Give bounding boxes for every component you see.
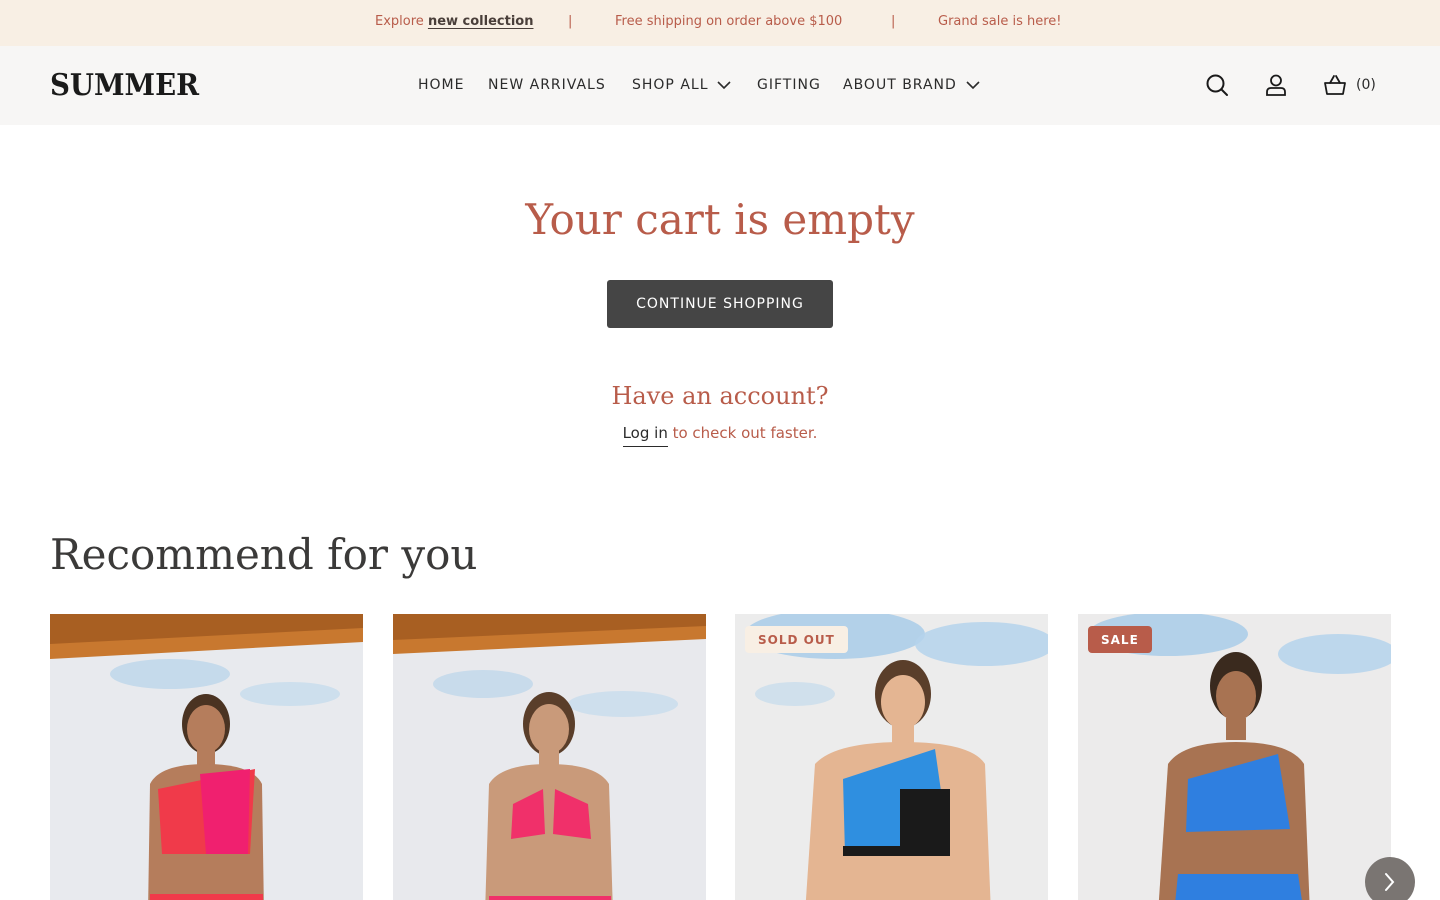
chevron-down-icon[interactable] [716, 80, 732, 90]
announcement-sale: Grand sale is here! [938, 14, 1062, 29]
nav-home[interactable]: HOME [418, 77, 464, 93]
product-image [393, 614, 706, 900]
announcement-separator: | [891, 14, 896, 29]
product-card[interactable] [50, 614, 363, 900]
continue-shopping-button[interactable]: CONTINUE SHOPPING [607, 280, 833, 328]
nav-gifting[interactable]: GIFTING [757, 77, 821, 93]
nav-new-arrivals[interactable]: NEW ARRIVALS [488, 77, 606, 93]
announcement-explore-prefix: Explore [375, 14, 424, 29]
product-image [50, 614, 363, 900]
chevron-down-icon[interactable] [965, 80, 981, 90]
announcement-separator: | [568, 14, 573, 29]
announcement-bar: Explore new collection | Free shipping o… [0, 0, 1440, 46]
cart-count[interactable]: (0) [1356, 77, 1376, 93]
product-card[interactable]: SOLD OUT [735, 614, 1048, 900]
search-icon[interactable] [1204, 72, 1230, 98]
product-card[interactable]: SALE [1078, 614, 1391, 900]
site-header: SUMMER HOME NEW ARRIVALS SHOP ALL GIFTIN… [0, 46, 1440, 125]
have-account-title: Have an account? [611, 382, 829, 410]
announcement-shipping: Free shipping on order above $100 [615, 14, 843, 29]
new-collection-link[interactable]: new collection [428, 14, 534, 29]
recommend-title: Recommend for you [50, 530, 478, 579]
brand-logo[interactable]: SUMMER [50, 68, 199, 103]
product-card[interactable] [393, 614, 706, 900]
sold-out-badge: SOLD OUT [745, 626, 848, 653]
cart-icon[interactable] [1322, 72, 1348, 98]
login-prompt-text: to check out faster. [667, 424, 818, 442]
nav-about-brand[interactable]: ABOUT BRAND [843, 77, 957, 93]
carousel-next-button[interactable] [1365, 857, 1415, 900]
product-image [735, 614, 1048, 900]
announcement-explore: Explore new collection [375, 14, 533, 29]
sale-badge: SALE [1088, 626, 1152, 653]
empty-cart-title: Your cart is empty [525, 195, 915, 244]
login-prompt: Log in to check out faster. [0, 424, 1440, 447]
product-image [1078, 614, 1391, 900]
account-icon[interactable] [1263, 72, 1289, 98]
nav-shop-all[interactable]: SHOP ALL [632, 77, 709, 93]
login-link[interactable]: Log in [622, 424, 668, 447]
chevron-right-icon [1385, 873, 1395, 891]
